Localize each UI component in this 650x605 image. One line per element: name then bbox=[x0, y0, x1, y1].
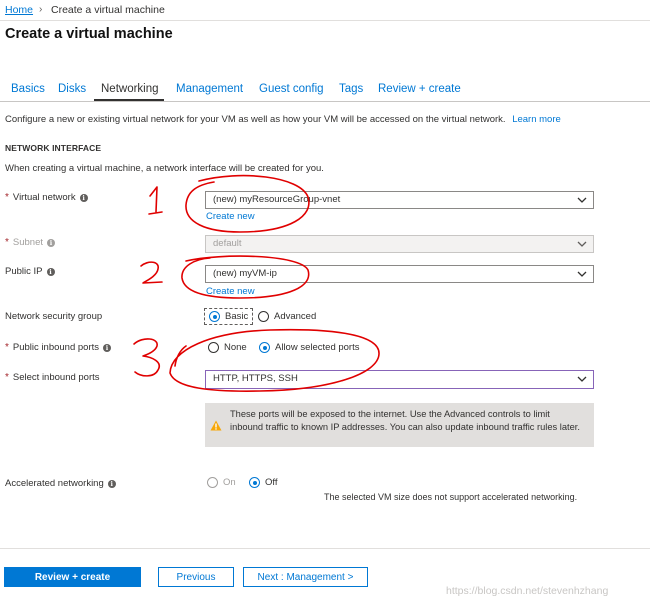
accelerated-networking-label: Accelerated networking i bbox=[5, 478, 116, 489]
intro-description: Configure a new or existing virtual netw… bbox=[5, 114, 561, 125]
breadcrumb-current: Create a virtual machine bbox=[51, 4, 165, 16]
section-description: When creating a virtual machine, a netwo… bbox=[5, 163, 324, 174]
tab-tags[interactable]: Tags bbox=[339, 83, 363, 95]
ports-warning-box: These ports will be exposed to the inter… bbox=[205, 403, 594, 447]
info-icon: i bbox=[47, 238, 56, 247]
tab-review-create[interactable]: Review + create bbox=[378, 83, 461, 95]
tab-guest-config[interactable]: Guest config bbox=[259, 83, 324, 95]
radio-selected bbox=[249, 477, 260, 488]
radio-unselected bbox=[258, 311, 269, 322]
virtual-network-label: * Virtual network i bbox=[5, 192, 88, 203]
accel-option-on: On bbox=[207, 477, 236, 488]
select-inbound-ports-dropdown[interactable]: HTTP, HTTPS, SSH bbox=[205, 370, 594, 389]
subnet-label: * Subnet i bbox=[5, 237, 56, 248]
required-marker: * bbox=[5, 237, 9, 248]
public-ip-create-new-link[interactable]: Create new bbox=[206, 286, 255, 297]
annotation-layer bbox=[133, 174, 380, 392]
annotation-number-2 bbox=[140, 261, 163, 284]
accelerated-networking-note: The selected VM size does not support ac… bbox=[324, 492, 578, 502]
chevron-down-icon bbox=[577, 197, 587, 203]
tab-management[interactable]: Management bbox=[176, 83, 243, 95]
radio-selected bbox=[209, 311, 220, 322]
info-icon[interactable]: i bbox=[46, 267, 55, 276]
radio-unselected bbox=[208, 342, 219, 353]
info-icon[interactable]: i bbox=[103, 343, 111, 352]
learn-more-link[interactable]: Learn more bbox=[512, 114, 561, 125]
previous-button[interactable]: Previous bbox=[158, 567, 234, 587]
watermark: https://blog.csdn.net/stevenhzhang bbox=[446, 585, 609, 597]
review-create-button[interactable]: Review + create bbox=[4, 567, 141, 587]
radio-unselected bbox=[207, 477, 218, 488]
tab-strip-border bbox=[0, 101, 650, 102]
nsg-label: Network security group bbox=[5, 311, 103, 322]
subnet-dropdown: default bbox=[205, 235, 594, 253]
required-marker: * bbox=[5, 192, 9, 203]
virtual-network-create-new-link[interactable]: Create new bbox=[206, 211, 255, 222]
inbound-option-allow-selected[interactable]: Allow selected ports bbox=[259, 342, 359, 353]
nsg-option-basic[interactable]: Basic bbox=[204, 308, 254, 325]
info-icon[interactable]: i bbox=[107, 479, 116, 488]
warning-icon bbox=[210, 420, 222, 431]
tab-disks[interactable]: Disks bbox=[58, 83, 86, 95]
inbound-option-none[interactable]: None bbox=[208, 342, 247, 353]
select-inbound-ports-label: * Select inbound ports bbox=[5, 372, 100, 383]
section-title: NETWORK INTERFACE bbox=[5, 143, 102, 153]
tab-networking[interactable]: Networking bbox=[101, 83, 159, 95]
annotation-number-3 bbox=[133, 338, 160, 377]
nsg-option-advanced[interactable]: Advanced bbox=[258, 311, 316, 322]
public-ip-label: Public IP i bbox=[5, 266, 55, 277]
next-management-button[interactable]: Next : Management > bbox=[243, 567, 368, 587]
tab-basics[interactable]: Basics bbox=[11, 83, 45, 95]
info-icon[interactable]: i bbox=[79, 193, 88, 202]
chevron-down-icon bbox=[577, 241, 587, 247]
public-ip-value: (new) myVM-ip bbox=[213, 268, 277, 279]
annotation-number-1 bbox=[148, 186, 163, 215]
ports-warning-text: These ports will be exposed to the inter… bbox=[230, 409, 580, 432]
chevron-down-icon bbox=[577, 271, 587, 277]
required-marker: * bbox=[5, 372, 9, 383]
select-inbound-ports-value: HTTP, HTTPS, SSH bbox=[213, 373, 298, 384]
public-ip-dropdown[interactable]: (new) myVM-ip bbox=[205, 265, 594, 283]
virtual-network-dropdown[interactable]: (new) myResourceGroup-vnet bbox=[205, 191, 594, 209]
required-marker: * bbox=[5, 342, 9, 353]
breadcrumb-home-link[interactable]: Home bbox=[5, 4, 33, 16]
breadcrumb-separator: › bbox=[39, 4, 43, 15]
footer-divider bbox=[0, 548, 650, 549]
chevron-down-icon bbox=[577, 376, 587, 382]
page-title: Create a virtual machine bbox=[5, 26, 173, 42]
subnet-value: default bbox=[213, 238, 242, 249]
radio-selected bbox=[259, 342, 270, 353]
public-inbound-ports-label: * Public inbound ports i bbox=[5, 342, 111, 353]
virtual-network-value: (new) myResourceGroup-vnet bbox=[213, 194, 341, 205]
accel-option-off[interactable]: Off bbox=[249, 477, 278, 488]
tab-active-indicator bbox=[94, 99, 164, 101]
